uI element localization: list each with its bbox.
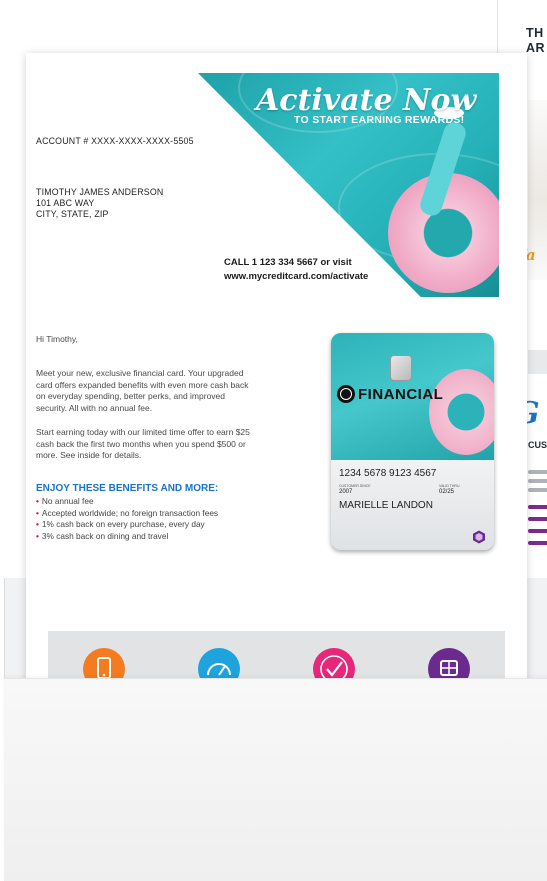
cardholder-name: MARIELLE LANDON bbox=[339, 500, 433, 511]
list-item: • 3% cash back on dining and travel bbox=[36, 530, 169, 541]
hero-subtitle: TO START EARNING REWARDS! bbox=[294, 114, 465, 126]
bullet-icon: • bbox=[36, 507, 39, 518]
intro-paragraph: Meet your new, exclusive financial card.… bbox=[36, 368, 249, 413]
bullet-icon: • bbox=[36, 530, 39, 541]
activation-url: www.mycreditcard.com/activate bbox=[224, 271, 369, 282]
benefits-heading: ENJOY THESE BENEFITS AND MORE: bbox=[36, 483, 219, 494]
bullet-icon: • bbox=[36, 496, 39, 506]
back-page-subheading: CUS bbox=[528, 440, 547, 450]
credit-card-image: FINANCIAL 1234 5678 9123 4567 CUSTOMER S… bbox=[331, 333, 494, 550]
globe-logo-icon bbox=[337, 385, 355, 403]
benefits-list: • No annual fee • Accepted worldwide; no f… bbox=[36, 496, 218, 542]
recipient-city-line: CITY, STATE, ZIP bbox=[36, 209, 109, 219]
list-item: • No annual fee bbox=[36, 496, 94, 506]
card-since-value: 2007 bbox=[339, 489, 353, 495]
recipient-name: TIMOTHY JAMES ANDERSON bbox=[36, 187, 164, 197]
chip-icon bbox=[390, 355, 412, 381]
card-expiry-value: 02/25 bbox=[439, 489, 455, 495]
hexagon-logo-icon bbox=[473, 530, 485, 544]
back-page-text-line bbox=[528, 470, 547, 474]
back-page-band bbox=[528, 350, 547, 374]
card-expiry-label: VALID THRU bbox=[439, 484, 460, 488]
recipient-address-line: 101 ABC WAY bbox=[36, 198, 95, 208]
offer-paragraph: Start earning today with our limited tim… bbox=[36, 427, 250, 460]
call-to-action-phone: CALL 1 123 334 5667 or visit bbox=[224, 257, 352, 268]
account-number: ACCOUNT # XXXX-XXXX-XXXX-5505 bbox=[36, 136, 194, 146]
back-page-bullet-line bbox=[528, 517, 547, 521]
pool-float-image bbox=[429, 369, 494, 455]
back-page-bullet-line bbox=[528, 541, 547, 545]
envelope-front bbox=[4, 678, 547, 881]
back-page-heading: TH AR bbox=[526, 26, 546, 55]
back-page-bullet-line bbox=[528, 529, 547, 533]
back-page-bullet-line bbox=[528, 505, 547, 509]
greeting: Hi Timothy, bbox=[36, 334, 78, 344]
back-page-text-line bbox=[528, 479, 547, 483]
card-since-label: CUSTOMER SINCE bbox=[339, 484, 371, 488]
list-item: • Accepted worldwide; no foreign transact… bbox=[36, 507, 219, 518]
hero-title: Activate Now bbox=[256, 83, 477, 118]
bullet-icon: • bbox=[36, 519, 39, 529]
card-number: 1234 5678 9123 4567 bbox=[339, 468, 437, 479]
letter-sheet: Activate Now TO START EARNING REWARDS! A… bbox=[26, 53, 527, 693]
back-page-text-line bbox=[528, 488, 547, 492]
list-item: • 1% cash back on every purchase, every d… bbox=[36, 519, 205, 529]
card-brand: FINANCIAL bbox=[358, 386, 444, 403]
